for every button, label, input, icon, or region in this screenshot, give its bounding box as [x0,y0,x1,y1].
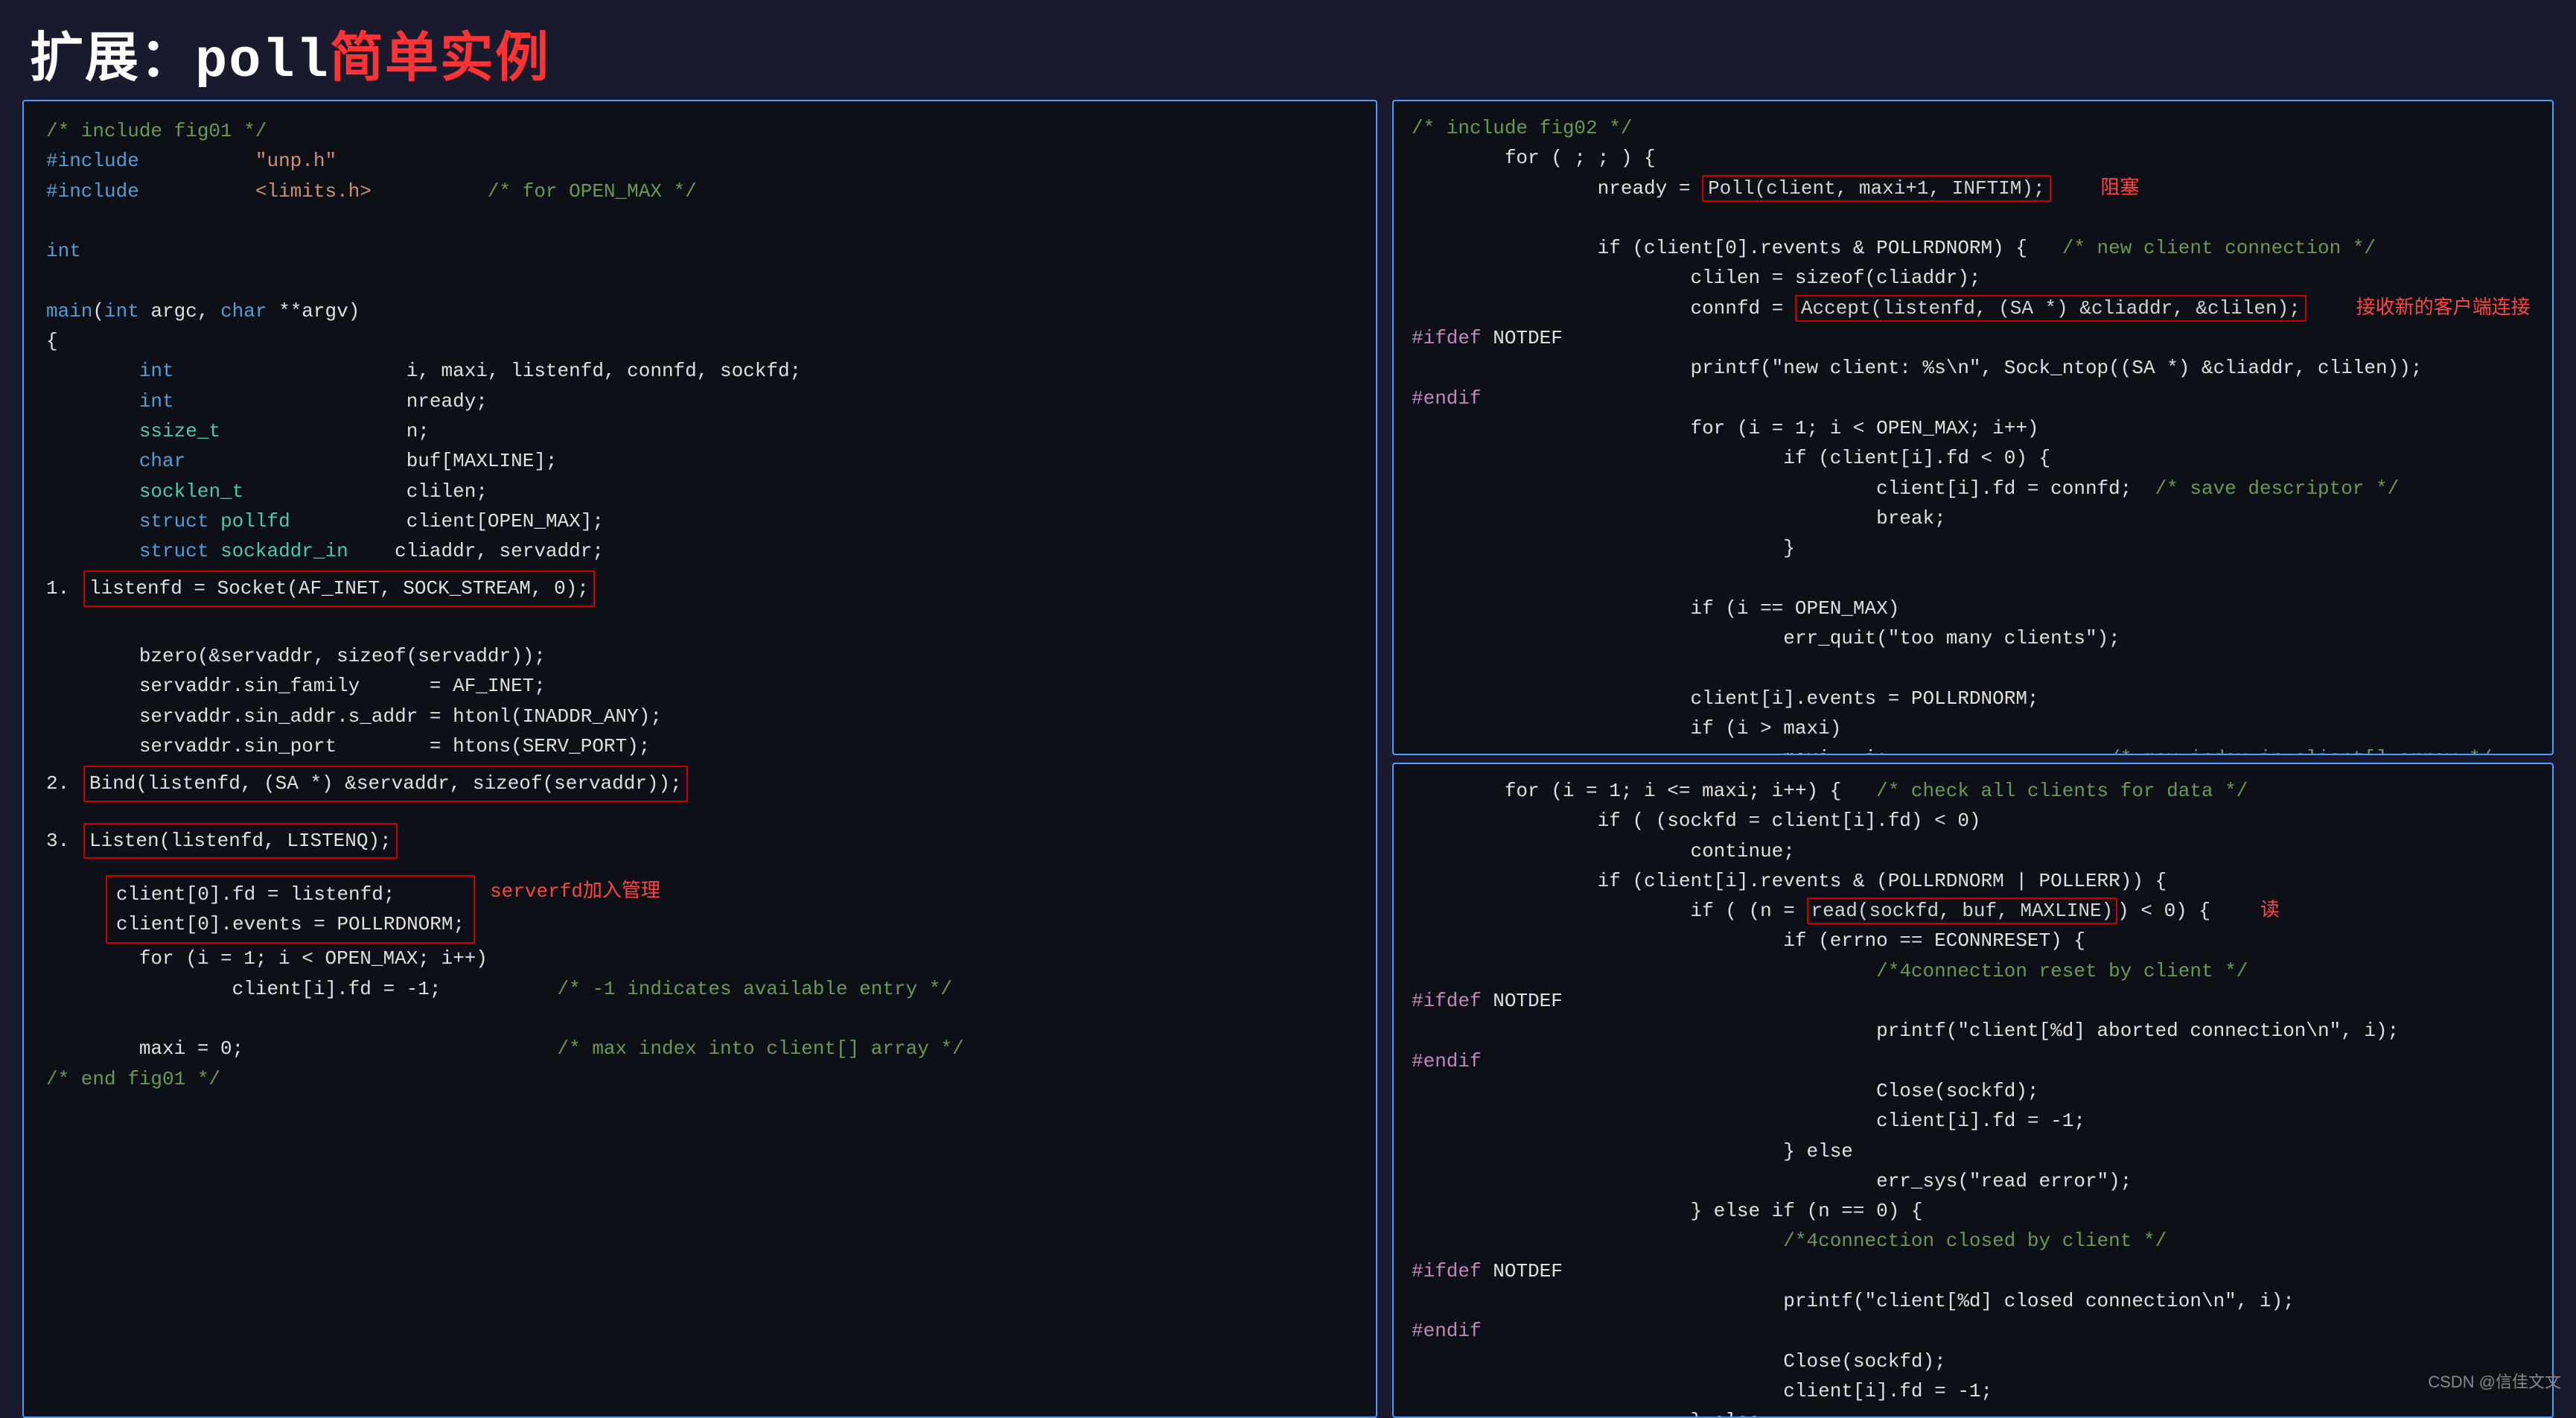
step-1-code: listenfd = Socket(AF_INET, SOCK_STREAM, … [83,570,595,606]
title-prefix: 扩展：poll [30,31,330,92]
right-top-panel: /* include fig02 */ for ( ; ; ) { nready… [1392,100,2554,755]
step-2-num: 2. [46,766,83,798]
right-bottom-code: for (i = 1; i <= maxi; i++) { /* check a… [1412,776,2534,1418]
serverfd-annotation: serverfd加入管理 [490,875,660,903]
left-panel: /* include fig01 */ #include "unp.h" #in… [22,100,1377,1418]
client-section: client[0].fd = listenfd; client[0].event… [46,875,1354,944]
left-code-3: for (i = 1; i < OPEN_MAX; i++) client[i]… [46,944,1354,1093]
step-2-code: Bind(listenfd, (SA *) &servaddr, sizeof(… [83,766,688,801]
page-title: 扩展：poll简单实例 [30,13,550,92]
watermark: CSDN @信佳文文 [2428,1369,2561,1393]
right-panel: /* include fig02 */ for ( ; ; ) { nready… [1392,100,2554,1418]
step-3-num: 3. [46,823,83,856]
left-code-2: bzero(&servaddr, sizeof(servaddr)); serv… [46,611,1354,761]
client-box: client[0].fd = listenfd; client[0].event… [106,875,475,944]
step-1-line: 1. listenfd = Socket(AF_INET, SOCK_STREA… [46,570,1354,606]
accept-annotation: 接收新的客户端连接 [2356,297,2531,319]
right-bottom-panel: for (i = 1; i <= maxi; i++) { /* check a… [1392,763,2554,1418]
step-3-code: Listen(listenfd, LISTENQ); [83,823,398,859]
poll-annotation: 阻塞 [2100,177,2139,200]
right-top-code: /* include fig02 */ for ( ; ; ) { nready… [1412,113,2534,755]
title-bar: 扩展：poll简单实例 [0,0,2576,100]
step-2-line: 2. Bind(listenfd, (SA *) &servaddr, size… [46,766,1354,801]
title-suffix: 简单实例 [330,31,550,92]
step-1-num: 1. [46,570,83,603]
left-code: /* include fig01 */ #include "unp.h" #in… [46,116,1354,566]
step-3-line: 3. Listen(listenfd, LISTENQ); [46,823,1354,859]
main-content: /* include fig01 */ #include "unp.h" #in… [0,100,2576,1418]
read-annotation: 读 [2260,900,2280,922]
